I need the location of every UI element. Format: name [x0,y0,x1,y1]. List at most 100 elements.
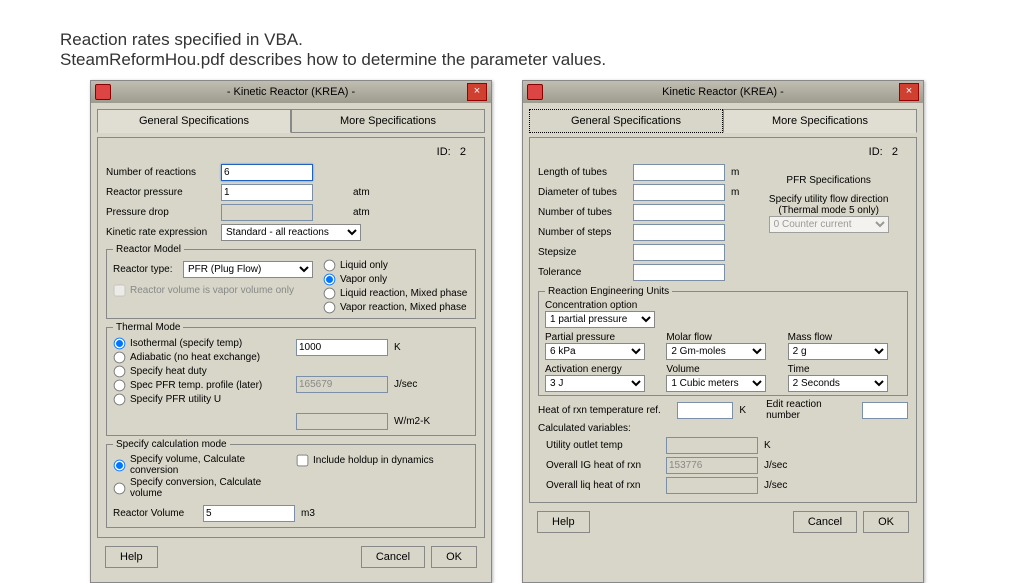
ok-button[interactable]: OK [863,511,909,533]
calcmode-legend: Specify calculation mode [113,439,230,450]
diameter-input[interactable] [633,184,725,201]
numtubes-label: Number of tubes [538,207,633,218]
id-label: ID: [437,146,451,158]
time-select[interactable]: 2 Seconds [788,375,888,392]
kinetic-select[interactable]: Standard - all reactions [221,224,361,241]
help-button[interactable]: Help [537,511,590,533]
phase-vapmix: Vapor reaction, Mixed phase [340,302,467,313]
radio-adiabatic[interactable] [114,352,126,364]
igheat-label: Overall IG heat of rxn [538,460,666,471]
tab-more[interactable]: More Specifications [723,109,917,133]
length-label: Length of tubes [538,167,633,178]
diameter-label: Diameter of tubes [538,187,633,198]
pressure-input[interactable] [221,184,313,201]
partial-label: Partial pressure [545,332,658,343]
thermal-mode-group: Thermal Mode Isothermal (specify temp) A… [106,322,476,436]
calc-conv-label: Specify conversion, Calculate volume [130,477,286,499]
calc-vol-label: Specify volume, Calculate conversion [130,454,286,476]
titlebar-general: - Kinetic Reactor (KREA) - × [91,81,491,103]
heatduty-unit: J/sec [394,379,417,390]
radio-calc-conv[interactable] [114,482,126,494]
holdup-check[interactable] [297,455,309,467]
cancel-button[interactable]: Cancel [793,511,857,533]
close-button[interactable]: × [899,83,919,101]
help-button[interactable]: Help [105,546,158,568]
tab-general[interactable]: General Specifications [529,109,723,133]
act-label: Activation energy [545,364,658,375]
radio-liquid[interactable] [324,260,336,272]
conc-label: Concentration option [545,300,901,311]
flowdir-select[interactable]: 0 Counter current [769,216,889,233]
radio-pfru[interactable] [114,394,126,406]
caption-line1: Reaction rates specified in VBA. [60,30,964,50]
radio-specpfr[interactable] [114,380,126,392]
app-icon [527,84,543,100]
mass-label: Mass flow [788,332,901,343]
thermal-pfru: Specify PFR utility U [130,394,221,405]
temp-unit: K [394,342,401,353]
liqheat-label: Overall liq heat of rxn [538,480,666,491]
utility-input [666,437,758,454]
length-input[interactable] [633,164,725,181]
radio-vapmix[interactable] [324,302,336,314]
radio-vapor[interactable] [324,274,336,286]
conc-select[interactable]: 1 partial pressure [545,311,655,328]
tab-more[interactable]: More Specifications [291,109,485,133]
wmk-input[interactable] [296,413,388,430]
titlebar-more: Kinetic Reactor (KREA) - × [523,81,923,103]
thermal-specpfr: Spec PFR temp. profile (later) [130,380,262,391]
vapor-volume-label: Reactor volume is vapor volume only [130,285,294,296]
ok-button[interactable]: OK [431,546,477,568]
radio-liqmix[interactable] [324,288,336,300]
num-reactions-input[interactable] [221,164,313,181]
holdup-label: Include holdup in dynamics [313,455,434,466]
tolerance-input[interactable] [633,264,725,281]
radio-heatduty[interactable] [114,366,126,378]
molar-select[interactable]: 2 Gm-moles [666,343,766,360]
calcmode-group: Specify calculation mode Specify volume,… [106,439,476,528]
title-text: Kinetic Reactor (KREA) - [547,86,899,98]
act-select[interactable]: 3 J [545,375,645,392]
vol-label: Volume [666,364,779,375]
cancel-button[interactable]: Cancel [361,546,425,568]
edit-rxn-label: Edit reaction number [766,399,858,421]
phase-vapor: Vapor only [340,274,387,285]
igheat-input [666,457,758,474]
heatduty-input[interactable] [296,376,388,393]
caption-line2: SteamReformHou.pdf describes how to dete… [60,50,964,70]
reactor-model-legend: Reactor Model [113,244,184,255]
heat-ref-input[interactable] [677,402,733,419]
edit-rxn-input[interactable] [862,402,908,419]
utility-label: Utility outlet temp [538,440,666,451]
pdrop-label: Pressure drop [106,207,221,218]
partial-select[interactable]: 6 kPa [545,343,645,360]
id-value: 2 [892,146,898,158]
pdrop-unit: atm [353,207,370,218]
title-text: - Kinetic Reactor (KREA) - [115,86,467,98]
rvol-input[interactable] [203,505,295,522]
id-row: ID: 2 [538,144,908,161]
numsteps-input[interactable] [633,224,725,241]
app-icon [95,84,111,100]
vol-select[interactable]: 1 Cubic meters [666,375,766,392]
thermal-iso: Isothermal (specify temp) [130,338,242,349]
tolerance-label: Tolerance [538,267,633,278]
id-value: 2 [460,146,466,158]
numtubes-input[interactable] [633,204,725,221]
temp-input[interactable] [296,339,388,356]
tab-general[interactable]: General Specifications [97,109,291,133]
close-button[interactable]: × [467,83,487,101]
reu-legend: Reaction Engineering Units [545,286,672,297]
radio-calc-vol[interactable] [114,459,126,471]
thermal-heatduty: Specify heat duty [130,366,207,377]
pdrop-input[interactable] [221,204,313,221]
dialog-general: - Kinetic Reactor (KREA) - × General Spe… [90,80,492,583]
radio-isothermal[interactable] [114,338,126,350]
pressure-label: Reactor pressure [106,187,221,198]
liqheat-input [666,477,758,494]
mass-select[interactable]: 2 g [788,343,888,360]
stepsize-input[interactable] [633,244,725,261]
reactor-type-select[interactable]: PFR (Plug Flow) [183,261,313,278]
diameter-unit: m [731,187,739,198]
num-reactions-label: Number of reactions [106,167,221,178]
